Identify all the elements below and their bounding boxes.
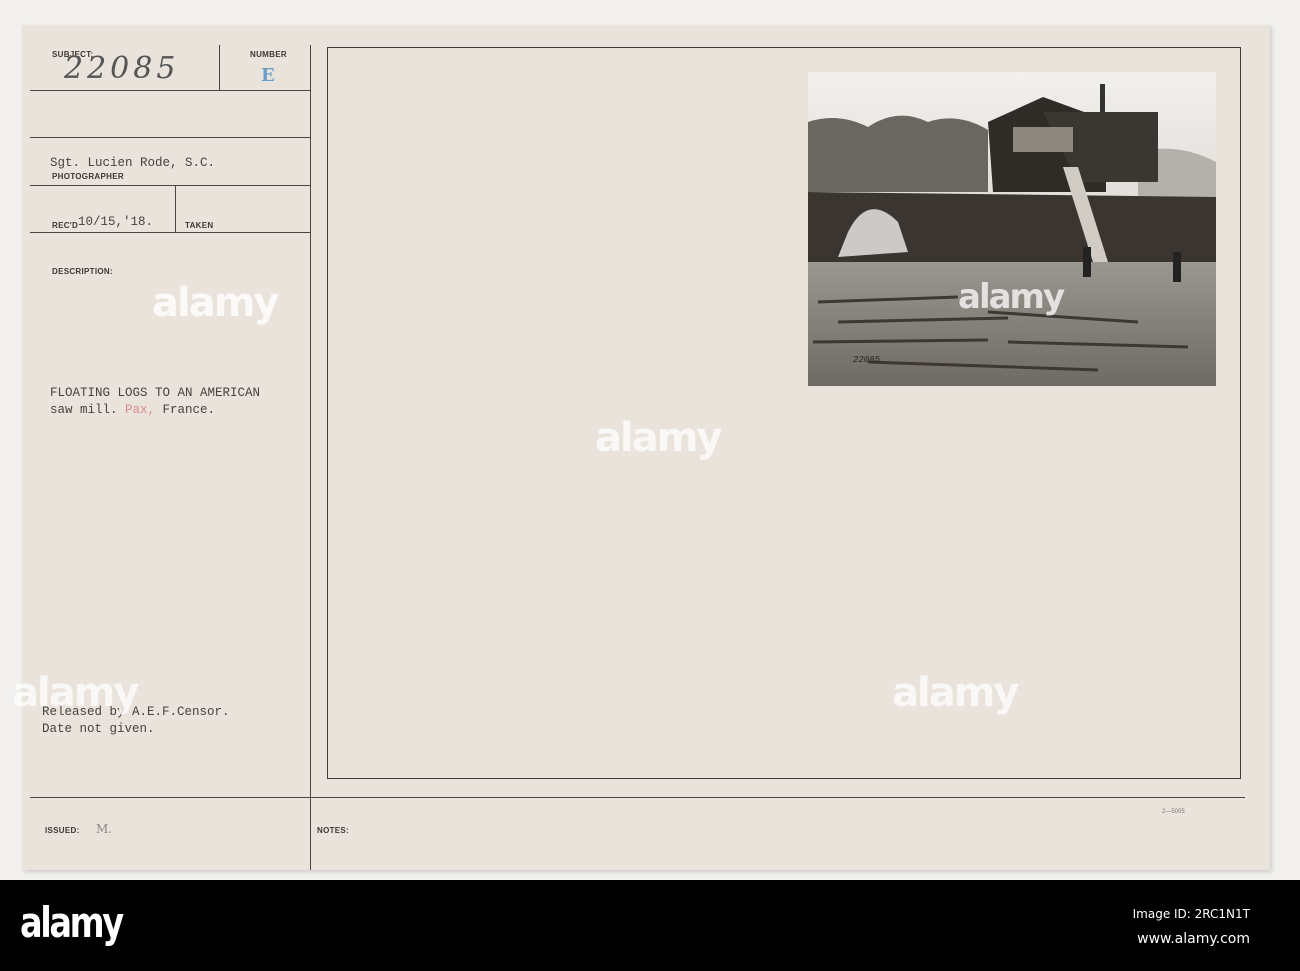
- watermark: alamy: [958, 277, 1065, 317]
- sawmill-photo-image: 22085: [808, 72, 1216, 386]
- image-id: Image ID: 2RC1N1T: [1132, 907, 1250, 921]
- description-text: France.: [155, 403, 216, 417]
- column-divider: [310, 45, 311, 870]
- issued-label: ISSUED:: [45, 826, 80, 835]
- alamy-url[interactable]: www.alamy.com: [1137, 931, 1250, 947]
- watermark: alamy: [152, 280, 279, 326]
- divider: [219, 45, 220, 90]
- subject-number: 22085: [64, 51, 180, 86]
- sawmill-photograph: 22085 alamy: [808, 72, 1216, 386]
- description-line1: FLOATING LOGS TO AN AMERICAN: [50, 386, 261, 400]
- photographer-name: Sgt. Lucien Rode, S.C.: [50, 156, 216, 170]
- photo-inscription: 22085: [853, 355, 881, 365]
- taken-label: TAKEN: [185, 221, 214, 230]
- watermark: alamy: [595, 415, 722, 461]
- number-label: NUMBER: [250, 50, 287, 59]
- notes-divider: [30, 797, 1245, 798]
- divider: [30, 232, 310, 233]
- release-line2: Date not given.: [42, 722, 155, 736]
- divider: [30, 137, 310, 138]
- divider: [175, 185, 176, 232]
- description-label: DESCRIPTION:: [52, 267, 113, 276]
- number-value: E: [261, 65, 275, 86]
- archival-photo-card: SUBJECT: 22085 NUMBER E Sgt. Lucien Rode…: [12, 25, 1270, 870]
- description-text: saw mill.: [50, 403, 126, 417]
- watermark: alamy: [12, 670, 139, 716]
- recd-value: 10/15,'18.: [78, 215, 154, 229]
- watermark: alamy: [892, 670, 1019, 716]
- photographer-label: PHOTOGRAPHER: [52, 172, 124, 181]
- divider: [30, 185, 310, 186]
- description-line2: saw mill. Pax, France.: [50, 403, 215, 417]
- divider: [30, 90, 310, 91]
- place-name: Pax,: [125, 403, 156, 417]
- issued-value: M.: [96, 822, 113, 836]
- alamy-logo: alamy: [20, 898, 124, 947]
- alamy-banner: alamy Image ID: 2RC1N1T www.alamy.com: [0, 880, 1300, 971]
- recd-label: REC'D: [52, 221, 79, 230]
- notes-label: NOTES:: [317, 826, 350, 835]
- form-code: 2—5005: [1162, 809, 1185, 815]
